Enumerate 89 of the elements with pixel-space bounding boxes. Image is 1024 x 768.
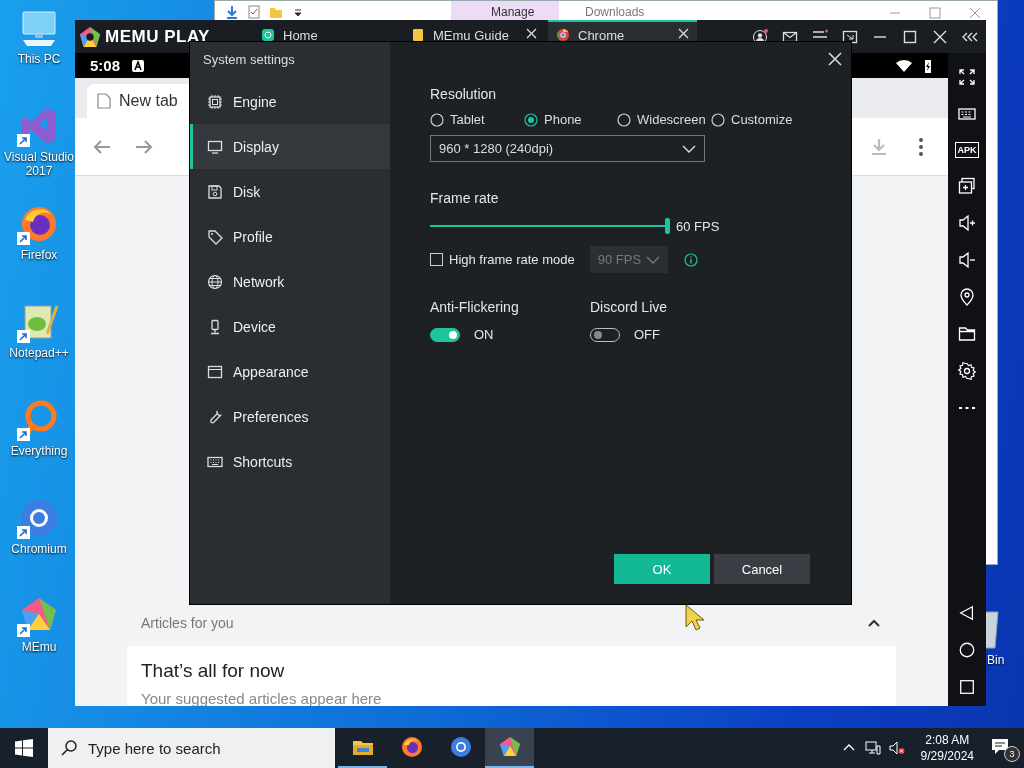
close-tab-icon[interactable] [526,28,537,39]
dialog-title: System settings [202,51,296,69]
status-time: 5:08 [90,57,121,74]
section-title: Articles for you [141,615,234,631]
close-tab-icon[interactable] [678,28,689,39]
fox-globe-icon [399,735,424,759]
screen-record-icon[interactable] [842,28,858,45]
pentagon-logo-icon [497,735,522,759]
tab-favicon-icon [411,28,425,42]
slider-value: 60 FPS [676,218,720,234]
properties-icon[interactable] [247,5,261,19]
nav-item-icon [207,363,223,380]
taskbar-clock[interactable]: 2:08 AM 9/29/2024 [920,732,974,764]
multi-window-icon[interactable] [958,177,976,195]
desktop-icon-label: Bin [987,653,1005,667]
toggle-state-label: OFF [634,327,660,342]
toggle-state-label: ON [474,327,494,342]
desktop-icon-label: MEmu [21,640,57,654]
section-label: Frame rate [430,190,500,206]
checkbox-label: High frame rate mode [449,252,575,267]
volume-up-icon[interactable] [958,214,976,232]
nav-item-icon [207,183,223,200]
nav-item-icon [207,93,223,110]
settings-nav-item[interactable]: Device [190,304,390,349]
resolution-radio[interactable]: Tablet [430,112,524,127]
nav-item-icon [207,273,223,290]
nav-item-icon [207,408,223,425]
nav-item-icon [207,228,223,245]
info-icon[interactable] [683,252,698,267]
section-label: Resolution [430,86,498,102]
toggle-label: Anti-Flickering [430,299,520,315]
recents-icon[interactable] [958,678,976,696]
settings-nav-item[interactable]: Display [190,124,390,169]
settings-nav-item[interactable]: Profile [190,214,390,259]
desktop-icon-label: Chromium [11,542,67,556]
window-title: Downloads [585,4,645,19]
volume-down-icon[interactable] [958,251,976,269]
keyboard-icon[interactable] [958,105,976,123]
maximize-icon[interactable] [902,28,918,45]
desktop-icon-label: This PC [17,52,61,66]
resolution-dropdown[interactable]: 960 * 1280 (240dpi) [430,135,705,162]
logo-icon [79,25,101,48]
location-pin-icon[interactable] [958,288,976,306]
page-icon [97,93,111,109]
radio-icon [524,112,538,127]
toggle-switch[interactable] [430,327,460,342]
toggle-label: Discord Live [590,299,669,315]
download-arrow-icon[interactable] [225,5,239,19]
notification-center-icon[interactable] [990,736,1010,756]
search-icon [60,739,78,757]
notification-count: 3 [1004,746,1020,762]
settings-nav-item[interactable]: Shortcuts [190,439,390,484]
settings-nav-item[interactable]: Preferences [190,394,390,439]
nav-item-icon [207,138,223,155]
taskbar-app[interactable] [485,728,534,768]
radio-icon [617,112,631,127]
home-icon[interactable] [958,641,976,659]
resolution-radio[interactable]: Phone [524,112,617,127]
settings-nav-item[interactable]: Appearance [190,349,390,394]
desktop-icon-label: Firefox [20,248,58,262]
resolution-radio[interactable]: Customize [711,112,810,127]
back-icon[interactable] [958,604,976,622]
radio-icon [711,112,725,127]
volume-muted-icon[interactable] [888,740,905,756]
cancel-button[interactable]: Cancel [714,554,810,584]
mouse-cursor-icon [685,604,705,632]
settings-icon[interactable] [958,362,976,380]
resolution-radio[interactable]: Widescreen [617,112,711,127]
radio-icon [430,112,444,127]
folder-icon[interactable] [958,325,976,343]
app-logo-text: MEMU PLAY [105,26,210,47]
settings-nav-item[interactable]: Disk [190,169,390,214]
start-icon[interactable] [15,739,33,757]
wifi-icon [896,58,912,73]
ribbon-tab[interactable]: Manage [451,1,559,20]
network-icon[interactable] [864,740,881,756]
slider-thumb[interactable] [665,218,670,234]
desktop-icon-label: Visual Studio 2017 [3,150,75,178]
settings-nav-item[interactable]: Network [190,259,390,304]
desktop-icon-label: Notepad++ [9,346,69,360]
notification-icon [132,59,145,72]
tab-favicon-icon [556,28,570,42]
card-title: That’s all for now [141,660,286,682]
fullscreen-icon[interactable] [958,68,976,86]
ring-logo-icon [448,735,473,759]
desktop-icon-label: Everything [10,444,68,458]
apk-install-button[interactable]: APK [955,142,979,158]
taskbar-search-field[interactable]: Type here to search [48,728,335,768]
tab-favicon-icon [261,28,275,42]
